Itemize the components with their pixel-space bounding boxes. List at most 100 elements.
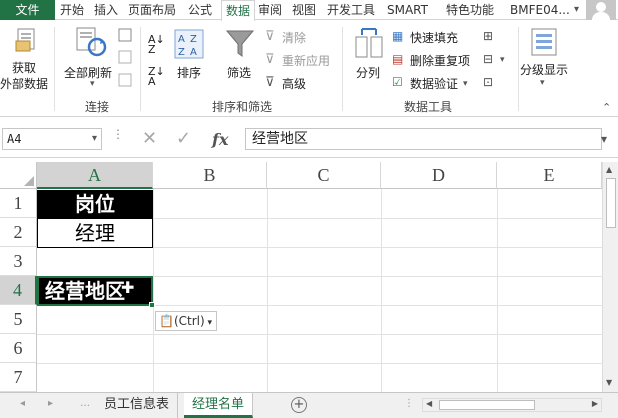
sheet-tab-manager-list[interactable]: 经理名单	[184, 393, 254, 418]
confirm-entry-icon[interactable]: ✓	[176, 128, 191, 149]
sheet-tab-bar: ◂ ▸ … 员工信息表 经理名单 + ⋮ ◀ ▶	[0, 392, 618, 418]
column-header-a[interactable]: A	[37, 162, 153, 189]
collapse-ribbon-icon[interactable]: ⌃	[602, 101, 611, 114]
sort-az-icon[interactable]: A↓ Z	[148, 34, 165, 55]
what-if-dropdown-icon[interactable]: ▾	[500, 55, 505, 65]
tab-review[interactable]: 审阅	[258, 0, 282, 20]
file-tab[interactable]: 文件	[0, 0, 55, 20]
data-validation-icon: ☑	[392, 75, 403, 89]
name-box-value: A4	[7, 132, 22, 146]
refresh-all-button[interactable]: 全部刷新	[64, 64, 112, 81]
column-header-e[interactable]: E	[497, 162, 602, 189]
expand-formula-bar-icon[interactable]: ▾	[601, 128, 617, 150]
tab-view[interactable]: 视图	[292, 0, 316, 20]
fill-handle[interactable]	[149, 302, 155, 308]
name-box-dropdown-icon[interactable]: ▾	[92, 129, 97, 149]
select-all-corner[interactable]	[0, 162, 37, 189]
clear-filter-button[interactable]: 清除	[282, 29, 306, 46]
manage-data-model-icon[interactable]: ⊡	[483, 75, 493, 89]
clipboard-icon: 📋	[159, 314, 174, 328]
tab-page-layout[interactable]: 页面布局	[128, 0, 176, 20]
paste-options-label: (Ctrl)	[173, 314, 205, 328]
vertical-scroll-thumb[interactable]	[606, 178, 616, 228]
outline-button[interactable]: 分级显示	[520, 61, 568, 78]
formula-bar-grip-icon: ⋮	[112, 127, 124, 141]
avatar[interactable]	[586, 0, 616, 20]
get-external-data-icon	[15, 28, 35, 52]
row-header-7[interactable]: 7	[0, 363, 37, 392]
refresh-all-icon	[76, 27, 107, 57]
horizontal-scrollbar[interactable]: ◀ ▶	[422, 398, 602, 412]
filter-button[interactable]: 筛选	[227, 64, 251, 81]
column-header-c[interactable]: C	[267, 162, 381, 189]
paste-options-button[interactable]: 📋(Ctrl) ▾	[155, 311, 217, 331]
group-data-tools-label: 数据工具	[404, 100, 453, 114]
column-header-b[interactable]: B	[153, 162, 267, 189]
clear-filter-icon: ⊽	[265, 29, 275, 44]
sort-button[interactable]: 排序	[177, 64, 201, 81]
row-header-6[interactable]: 6	[0, 334, 37, 363]
insert-function-icon[interactable]: fx	[212, 130, 228, 149]
cancel-entry-icon[interactable]: ✕	[142, 128, 157, 149]
flash-fill-icon: ▦	[392, 29, 404, 43]
cell-a1[interactable]: 岗位	[37, 190, 153, 218]
get-external-data-label-1[interactable]: 获取	[12, 59, 36, 76]
column-header-d[interactable]: D	[381, 162, 497, 189]
tab-smart[interactable]: SMART	[387, 0, 428, 20]
outline-dropdown-icon[interactable]: ▾	[540, 78, 545, 88]
tab-formulas[interactable]: 公式	[188, 0, 212, 20]
get-external-data-label-2[interactable]: 外部数据	[0, 75, 48, 92]
scroll-up-icon[interactable]: ▲	[606, 165, 612, 174]
svg-text:A: A	[178, 34, 185, 45]
scroll-right-icon[interactable]: ▶	[592, 399, 598, 408]
ribbon-tab-bar: 文件 开始 插入 页面布局 公式 数据 审阅 视图 开发工具 SMART 特色功…	[0, 0, 618, 21]
tab-insert[interactable]: 插入	[94, 0, 118, 20]
remove-duplicates-button[interactable]: 删除重复项	[410, 52, 470, 69]
filter-icon	[225, 30, 255, 57]
formula-input[interactable]: 经营地区	[245, 128, 602, 150]
svg-text:A: A	[190, 47, 197, 58]
tab-developer[interactable]: 开发工具	[327, 0, 375, 20]
tab-data[interactable]: 数据	[221, 0, 256, 21]
sort-za-icon[interactable]: Z↓ A	[148, 66, 165, 87]
svg-text:Z: Z	[190, 34, 197, 45]
flash-fill-button[interactable]: 快速填充	[410, 29, 458, 46]
refresh-dropdown-icon[interactable]: ▾	[90, 79, 95, 89]
data-validation-dropdown-icon[interactable]: ▾	[463, 79, 468, 89]
row-header-3[interactable]: 3	[0, 247, 37, 276]
horizontal-scroll-thumb[interactable]	[439, 400, 535, 410]
tab-home[interactable]: 开始	[60, 0, 84, 20]
data-validation-button[interactable]: 数据验证	[410, 75, 458, 92]
text-to-columns-icon	[355, 28, 383, 58]
reapply-button[interactable]: 重新应用	[282, 52, 330, 69]
row-header-4[interactable]: 4	[0, 276, 37, 305]
relationships-icon[interactable]: ⊟	[483, 52, 493, 66]
scroll-down-icon[interactable]: ▼	[606, 378, 612, 387]
row-header-2[interactable]: 2	[0, 218, 37, 247]
tab-account[interactable]: BMFE04...	[510, 0, 570, 20]
name-box[interactable]: A4 ▾	[2, 128, 102, 150]
ribbon-data: 获取 外部数据 全部刷新 ▾ 连接 A↓ Z Z↓ A A Z Z A 排序 筛选 …	[0, 21, 618, 117]
row-header-1[interactable]: 1	[0, 189, 37, 218]
advanced-filter-button[interactable]: 高级	[282, 75, 306, 92]
tab-split-icon[interactable]: ⋮	[404, 398, 414, 409]
sheet-next-icon[interactable]: ▸	[48, 398, 53, 409]
row-header-5[interactable]: 5	[0, 305, 37, 334]
vertical-scrollbar[interactable]: ▲ ▼	[602, 162, 618, 392]
formula-bar: A4 ▾ ⋮ ✕ ✓ fx 经营地区 ▾	[0, 118, 618, 158]
text-to-columns-button[interactable]: 分列	[356, 64, 380, 81]
consolidate-icon[interactable]: ⊞	[483, 29, 493, 43]
tab-special-features[interactable]: 特色功能	[446, 0, 494, 20]
add-sheet-icon[interactable]: +	[291, 397, 307, 413]
sheet-tab-employee-info[interactable]: 员工信息表	[96, 393, 179, 418]
move-cursor-icon: ✚	[121, 278, 135, 297]
group-connections-label: 连接	[85, 100, 110, 114]
cell-a2[interactable]: 经理	[37, 218, 153, 248]
group-sort-filter-label: 排序和筛选	[212, 100, 273, 114]
reapply-icon: ⊽	[265, 52, 275, 67]
sheet-prev-icon[interactable]: ◂	[20, 398, 25, 409]
connection-small-icons	[118, 28, 132, 87]
account-dropdown-icon[interactable]: ▾	[574, 0, 579, 20]
scroll-left-icon[interactable]: ◀	[426, 399, 432, 408]
sheet-more-icon[interactable]: …	[80, 398, 90, 409]
